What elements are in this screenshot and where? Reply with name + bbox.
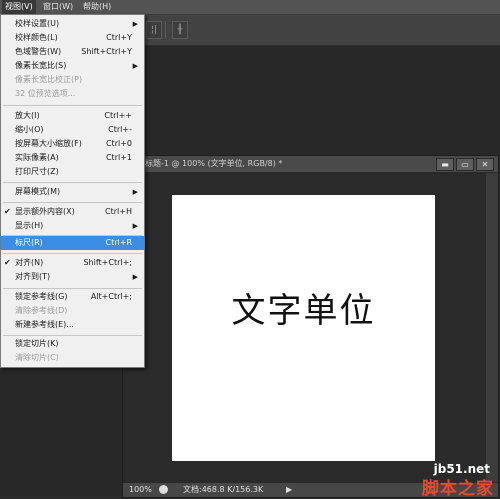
menu-item-label: 打印尺寸(Z) (15, 167, 59, 176)
menu-item-rulers[interactable]: 标尺(R) Ctrl+R (1, 236, 144, 250)
menu-item-label: 屏幕模式(M) (15, 187, 61, 196)
submenu-arrow-icon: ▶ (132, 222, 138, 230)
menu-item-pixel-aspect-correction: 像素长宽比校正(P) (1, 73, 144, 87)
zoom-level[interactable]: 100% (129, 483, 152, 497)
menu-item-label: 校样设置(U) (15, 19, 60, 28)
menu-item-new-guide[interactable]: 新建参考线(E)... (1, 318, 144, 332)
menu-item-proof-colors[interactable]: 校样颜色(L) Ctrl+Y (1, 31, 144, 45)
menu-separator (3, 105, 142, 106)
menu-item-shortcut: Ctrl+R (105, 238, 133, 247)
menu-item-label: 显示(H) (15, 221, 44, 230)
view-menu: 校样设置(U) ▶ 校样颜色(L) Ctrl+Y 色域警告(W) Shift+C… (0, 14, 145, 368)
menu-item-proof-setup[interactable]: 校样设置(U) ▶ (1, 17, 144, 31)
menu-item-gamut-warning[interactable]: 色域警告(W) Shift+Ctrl+Y (1, 45, 144, 59)
menu-help[interactable]: 帮助(H) (80, 0, 114, 14)
menu-item-lock-slices[interactable]: 锁定切片(K) (1, 337, 144, 351)
menu-item-actual-pixels[interactable]: 实际像素(A) Ctrl+1 (1, 151, 144, 165)
menu-item-screen-mode[interactable]: 屏幕模式(M) ▶ (1, 185, 144, 199)
menu-item-32bit-preview: 32 位预览选项... (1, 87, 144, 101)
vertical-scrollbar[interactable] (486, 173, 498, 483)
canvas[interactable]: 文字单位 (172, 195, 435, 461)
menu-item-shortcut: Shift+Ctrl+Y (81, 47, 132, 56)
menu-item-zoom-in[interactable]: 放大(I) Ctrl++ (1, 109, 144, 123)
checkmark-icon: ✔ (4, 207, 11, 216)
menu-separator (3, 335, 142, 336)
menu-item-label: 32 位预览选项... (15, 89, 76, 98)
menu-item-label: 对齐(N) (15, 258, 44, 267)
menu-item-label: 实际像素(A) (15, 153, 59, 162)
menu-item-shortcut: Ctrl+1 (105, 153, 132, 162)
menu-item-label: 缩小(O) (15, 125, 44, 134)
menu-item-snap[interactable]: ✔ 对齐(N) Shift+Ctrl+; (1, 256, 144, 270)
canvas-text: 文字单位 (231, 291, 376, 331)
submenu-arrow-icon: ▶ (132, 188, 138, 196)
document-title: 标题-1 @ 100% (文字单位, RGB/8) * (145, 159, 283, 168)
checkmark-icon: ✔ (4, 258, 11, 267)
menu-item-label: 新建参考线(E)... (15, 320, 74, 329)
align-tool-button[interactable]: ¦| (146, 21, 162, 39)
menu-item-show-extras[interactable]: ✔ 显示额外内容(X) Ctrl+H (1, 205, 144, 219)
canvas-area: 文字单位 (123, 173, 498, 483)
menu-item-label: 放大(I) (15, 111, 40, 120)
status-info-icon[interactable] (159, 485, 168, 494)
menu-item-label: 清除切片(C) (15, 353, 59, 362)
menu-separator (3, 182, 142, 183)
menu-item-shortcut: Shift+Ctrl+; (83, 258, 132, 267)
status-menu-arrow-icon[interactable]: ▶ (286, 483, 292, 497)
menu-item-clear-slices: 清除切片(C) (1, 351, 144, 365)
menu-item-label: 对齐到(T) (15, 272, 51, 281)
menu-item-label: 显示额外内容(X) (15, 207, 75, 216)
menu-item-label: 锁定参考线(G) (15, 292, 68, 301)
menu-window[interactable]: 窗口(W) (40, 0, 76, 14)
menu-item-zoom-out[interactable]: 缩小(O) Ctrl+- (1, 123, 144, 137)
menu-item-shortcut: Ctrl+Y (106, 33, 132, 42)
menu-item-shortcut: Ctrl++ (104, 111, 132, 120)
menu-item-label: 锁定切片(K) (15, 339, 59, 348)
menu-item-label: 校样颜色(L) (15, 33, 58, 42)
document-titlebar[interactable]: 标题-1 @ 100% (文字单位, RGB/8) * ▬ ▭ ✕ (123, 156, 498, 173)
submenu-arrow-icon: ▶ (132, 62, 138, 70)
toolbar-divider (165, 21, 166, 39)
menu-item-pixel-aspect-ratio[interactable]: 像素长宽比(S) ▶ (1, 59, 144, 73)
menu-item-fit-screen[interactable]: 按屏幕大小缩放(F) Ctrl+0 (1, 137, 144, 151)
menu-item-shortcut: Ctrl+- (108, 125, 132, 134)
distribute-tool-button[interactable]: ╫ (172, 21, 188, 39)
menu-separator (3, 202, 142, 203)
menu-item-label: 色域警告(W) (15, 47, 62, 56)
watermark: jb51.net 脚本之家 (388, 442, 500, 499)
menu-item-label: 清除参考线(D) (15, 306, 68, 315)
menu-item-label: 像素长宽比校正(P) (15, 75, 83, 84)
menu-view[interactable]: 视图(V) (2, 0, 36, 14)
menu-item-show[interactable]: 显示(H) ▶ (1, 219, 144, 233)
menu-separator (3, 288, 142, 289)
minimize-button[interactable]: ▬ (436, 158, 454, 171)
watermark-name: 脚本之家 (422, 479, 494, 499)
close-button[interactable]: ✕ (476, 158, 494, 171)
menu-item-lock-guides[interactable]: 锁定参考线(G) Alt+Ctrl+; (1, 290, 144, 304)
menu-separator (3, 253, 142, 254)
menu-item-clear-guides: 清除参考线(D) (1, 304, 144, 318)
restore-button[interactable]: ▭ (456, 158, 474, 171)
menu-item-shortcut: Ctrl+0 (105, 139, 132, 148)
submenu-arrow-icon: ▶ (132, 273, 138, 281)
submenu-arrow-icon: ▶ (132, 20, 138, 28)
document-size: 文档:468.8 K/156.3K (183, 485, 264, 494)
menu-item-shortcut: Ctrl+H (105, 207, 132, 216)
menu-item-label: 标尺(R) (15, 238, 43, 247)
menu-item-label: 像素长宽比(S) (15, 61, 67, 70)
menu-item-print-size[interactable]: 打印尺寸(Z) (1, 165, 144, 179)
menu-item-snap-to[interactable]: 对齐到(T) ▶ (1, 270, 144, 284)
menu-item-label: 按屏幕大小缩放(F) (15, 139, 82, 148)
menubar: 视图(V) 窗口(W) 帮助(H) (0, 0, 500, 15)
menu-item-shortcut: Alt+Ctrl+; (90, 292, 132, 301)
